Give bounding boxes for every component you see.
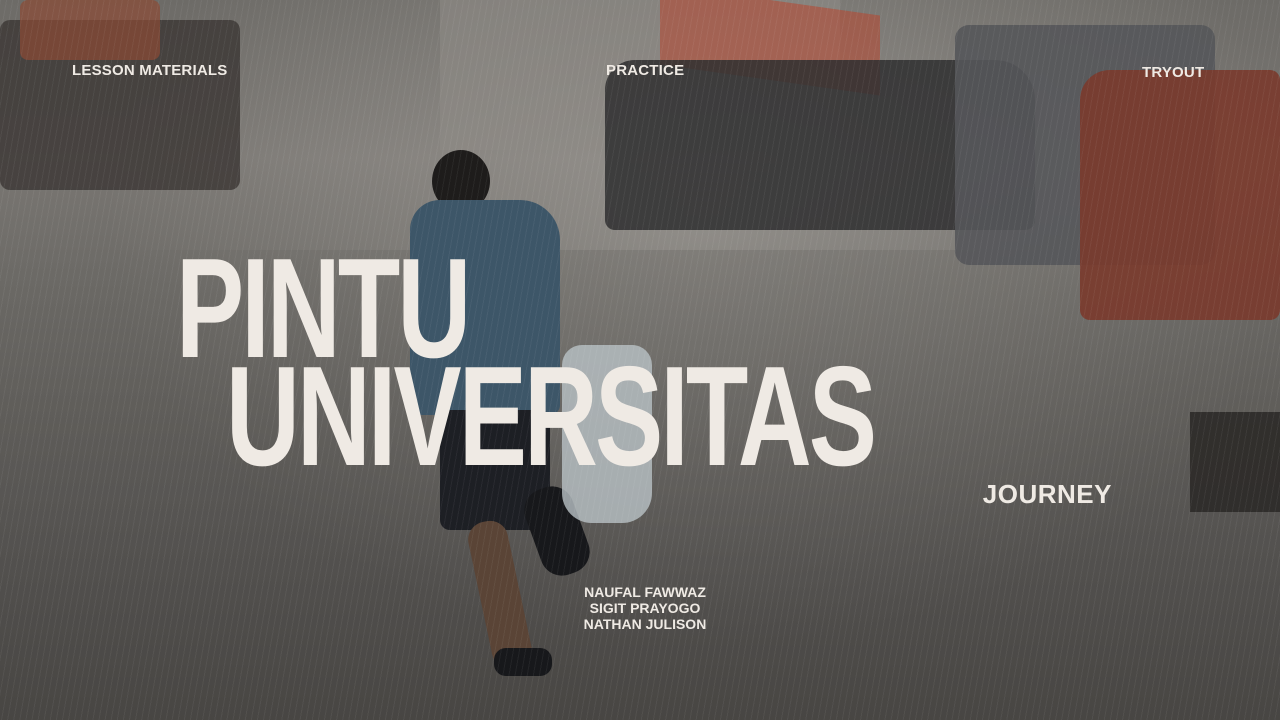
hero-subtitle: JOURNEY bbox=[982, 479, 1112, 509]
nav-tryout[interactable]: TRYOUT bbox=[1142, 64, 1204, 81]
author-name: SIGIT PRAYOGO bbox=[589, 600, 701, 616]
nav-practice[interactable]: PRACTICE bbox=[606, 62, 684, 79]
nav-lesson-materials[interactable]: LESSON MATERIALS bbox=[72, 62, 227, 79]
hero-title-line2: UNIVERSITAS bbox=[226, 337, 877, 496]
author-list: NAUFAL FAWWAZ SIGIT PRAYOGO NATHAN JULIS… bbox=[500, 584, 790, 632]
author-name: NAUFAL FAWWAZ bbox=[584, 584, 706, 600]
author-name: NATHAN JULISON bbox=[583, 616, 707, 632]
